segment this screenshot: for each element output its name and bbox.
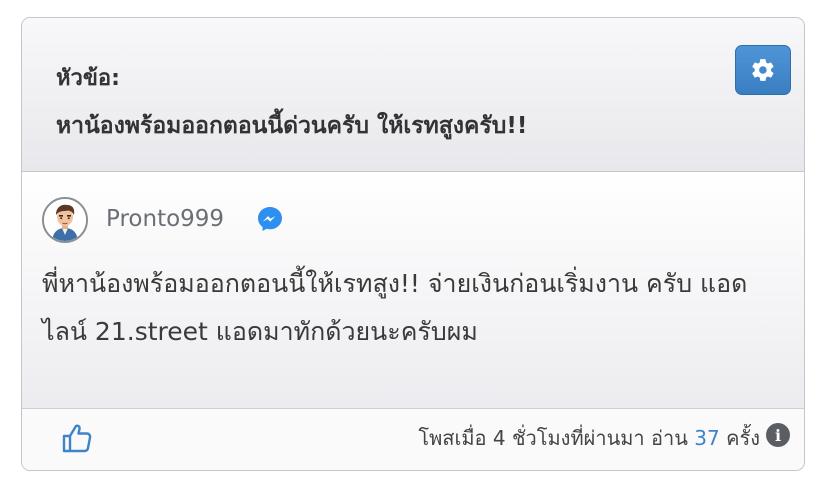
settings-button[interactable] [735, 45, 791, 95]
views-suffix: ครั้ง [726, 426, 760, 450]
view-count: 37 [694, 426, 720, 450]
topic-header: หัวข้อ: หาน้องพร้อมออกตอนนี้ด่วนครับ ให้… [22, 18, 804, 172]
username[interactable]: Pronto999 [106, 206, 224, 232]
topic-label: หัวข้อ: [56, 66, 120, 91]
post-meta: โพสเมื่อ 4 ชั่วโมงที่ผ่านมา อ่าน 37 ครั้… [418, 422, 760, 454]
posted-time-text: โพสเมื่อ 4 ชั่วโมงที่ผ่านมา อ่าน [418, 426, 688, 450]
gear-icon [752, 59, 774, 81]
topic-title: หาน้องพร้อมออกตอนนี้ด่วนครับ ให้เรทสูงคร… [56, 113, 528, 139]
messenger-icon[interactable] [256, 205, 284, 233]
avatar[interactable] [42, 197, 88, 243]
post-footer: โพสเมื่อ 4 ชั่วโมงที่ผ่านมา อ่าน 37 ครั้… [22, 408, 804, 470]
user-avatar-illustration [44, 199, 86, 241]
post-text: พี่หาน้องพร้อมออกตอนนี้ให้เรทสูง!! จ่ายเ… [42, 269, 748, 346]
post-card: หัวข้อ: หาน้องพร้อมออกตอนนี้ด่วนครับ ให้… [21, 17, 805, 471]
thumbs-up-icon[interactable] [60, 421, 94, 455]
post-body: Pronto999 พี่หาน้องพร้อมออกตอนนี้ให้เรทส… [22, 172, 804, 408]
info-icon[interactable]: i [766, 423, 790, 447]
